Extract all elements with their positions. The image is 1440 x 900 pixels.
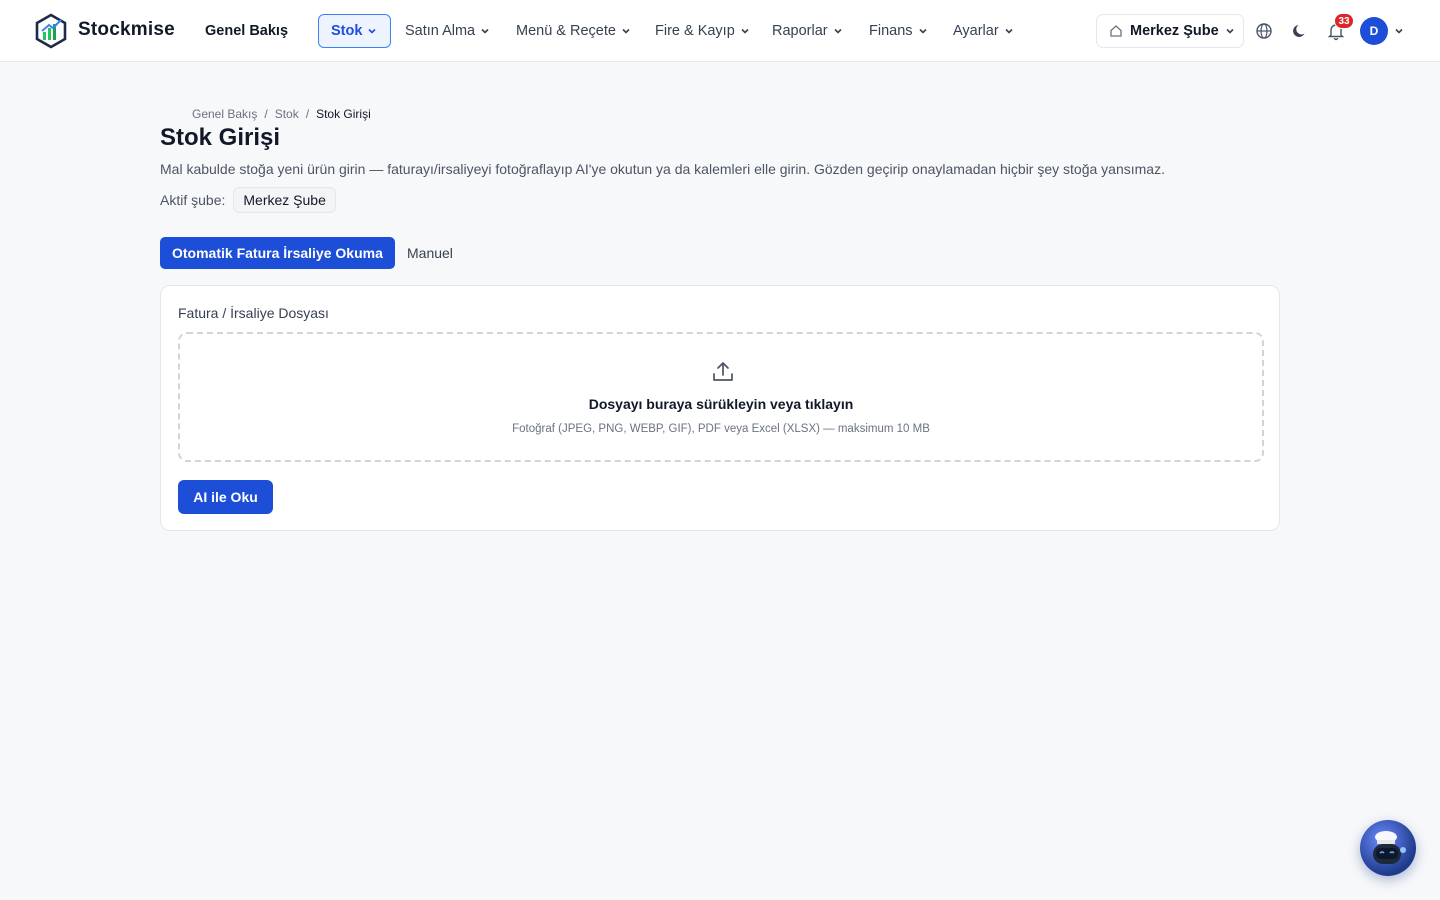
chevron-down-icon	[1226, 28, 1234, 34]
breadcrumb-separator: /	[305, 107, 310, 121]
file-field-label: Fatura / İrsaliye Dosyası	[178, 305, 329, 321]
active-branch-label: Aktif şube:	[160, 192, 226, 208]
nav-home-label: Genel Bakış	[205, 23, 289, 39]
nav-fire-kayip-label: Fire & Kayıp	[655, 23, 735, 39]
brand-name[interactable]: Stockmise	[78, 19, 175, 41]
breadcrumb-stok[interactable]: Stok	[275, 107, 299, 121]
chevron-down-icon	[368, 28, 376, 34]
globe-icon[interactable]	[1254, 21, 1274, 41]
nav-satin-alma-label: Satın Alma	[405, 23, 476, 39]
nav-home[interactable]: Genel Bakış	[205, 14, 288, 48]
breadcrumb-current: Stok Girişi	[316, 107, 371, 121]
top-navbar: Stockmise Genel Bakış Stok Satın Alma Me…	[0, 0, 1440, 62]
nav-ayarlar[interactable]: Ayarlar	[953, 14, 1015, 48]
dropzone-title: Dosyayı buraya sürükleyin veya tıklayın	[588, 396, 854, 412]
moon-icon[interactable]	[1290, 21, 1310, 41]
stockmise-logo-icon[interactable]	[34, 13, 68, 49]
nav-fire-kayip[interactable]: Fire & Kayıp	[655, 14, 751, 48]
breadcrumb-home[interactable]: Genel Bakış	[192, 107, 257, 121]
breadcrumb: Genel Bakış / Stok / Stok Girişi	[192, 107, 371, 121]
chevron-down-icon	[834, 28, 842, 34]
nav-stok[interactable]: Stok	[318, 14, 392, 48]
assistant-chat-button[interactable]	[1360, 820, 1416, 876]
active-branch: Aktif şube: Merkez Şube	[160, 187, 336, 213]
page-title: Stok Girişi	[160, 124, 281, 151]
nav-satin-alma[interactable]: Satın Alma	[405, 14, 491, 48]
nav-finans[interactable]: Finans	[869, 14, 929, 48]
tab-manual[interactable]: Manuel	[407, 237, 453, 269]
notification-badge: 33	[1334, 13, 1354, 29]
upload-card: Fatura / İrsaliye Dosyası Dosyayı buraya…	[160, 285, 1280, 531]
branch-selector-label: Merkez Şube	[1130, 23, 1219, 39]
chevron-down-icon	[1005, 28, 1013, 34]
robot-chef-icon	[1373, 831, 1406, 864]
chevron-down-icon	[741, 28, 749, 34]
nav-raporlar-label: Raporlar	[772, 23, 828, 39]
chevron-down-icon	[918, 28, 927, 34]
nav-finans-label: Finans	[869, 23, 913, 39]
avatar[interactable]: D	[1360, 17, 1388, 45]
branch-selector[interactable]: Merkez Şube	[1096, 14, 1244, 48]
nav-stok-label: Stok	[331, 23, 363, 39]
dropzone-hint: Fotoğraf (JPEG, PNG, WEBP, GIF), PDF vey…	[512, 423, 930, 435]
nav-menu-recete[interactable]: Menü & Reçete	[516, 14, 632, 48]
page-description: Mal kabulde stoğa yeni ürün girin — fatu…	[160, 161, 1165, 177]
active-branch-chip: Merkez Şube	[233, 187, 336, 213]
chevron-down-icon	[622, 28, 630, 34]
tab-auto-invoice-reading[interactable]: Otomatik Fatura İrsaliye Okuma	[160, 237, 395, 269]
upload-icon	[713, 362, 733, 381]
breadcrumb-separator: /	[264, 107, 268, 121]
read-with-ai-button[interactable]: AI ile Oku	[178, 480, 273, 514]
chevron-down-icon	[481, 28, 489, 34]
home-icon	[1110, 25, 1122, 37]
nav-ayarlar-label: Ayarlar	[953, 23, 999, 39]
chevron-down-icon[interactable]	[1393, 25, 1405, 37]
file-dropzone[interactable]: Dosyayı buraya sürükleyin veya tıklayın …	[178, 332, 1264, 462]
nav-menu-recete-label: Menü & Reçete	[516, 23, 616, 39]
nav-raporlar[interactable]: Raporlar	[772, 14, 844, 48]
